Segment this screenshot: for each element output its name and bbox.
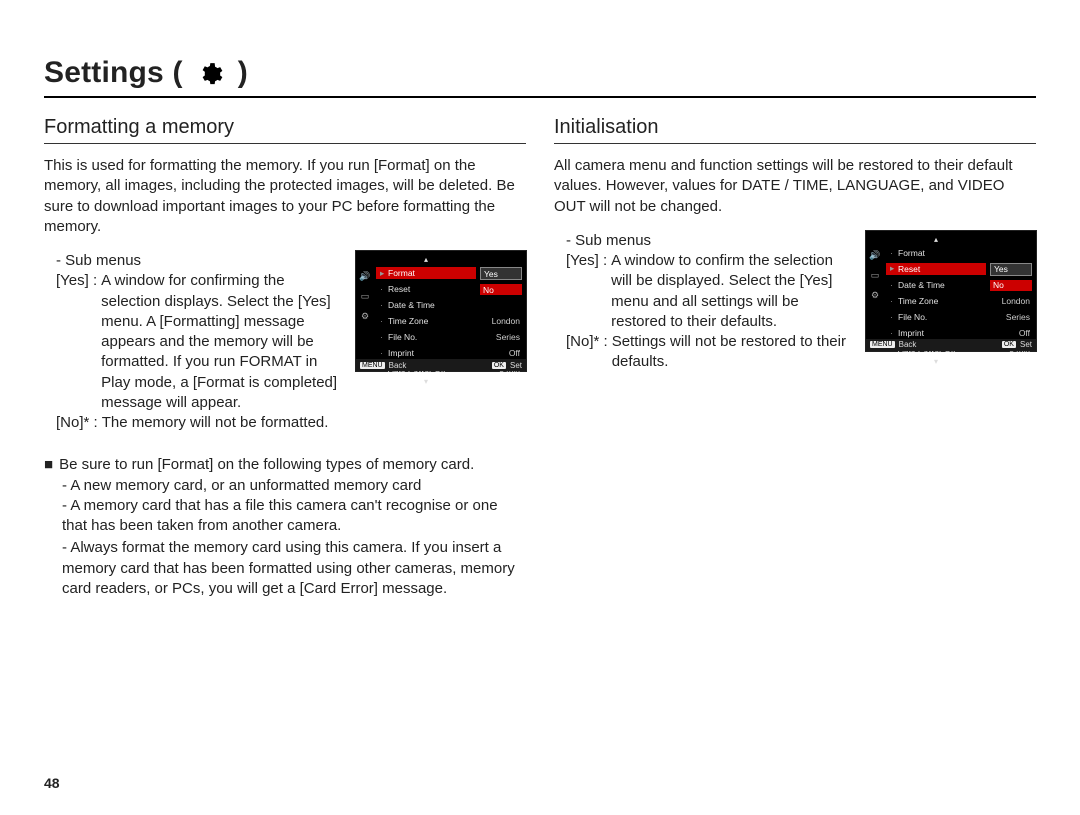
- formatting-no-body: The memory will not be formatted.: [102, 413, 329, 433]
- formatting-intro: This is used for formatting the memory. …: [44, 156, 526, 237]
- osd-item-fileno: ·File No.: [886, 311, 986, 323]
- formatting-no-key: [No]* :: [56, 413, 98, 433]
- gear-icon: [197, 61, 223, 87]
- osd-item-imprint: ·Imprint: [376, 347, 476, 359]
- osd-footer-back: Back: [389, 361, 407, 370]
- init-no-key: [No]* :: [566, 332, 608, 373]
- arrow-up-icon: ▴: [376, 257, 476, 263]
- arrow-down-icon: ▾: [376, 379, 476, 385]
- init-sub-wrap: - Sub menus [Yes] : A window to confirm …: [554, 231, 1036, 373]
- osd-item-timezone: ·Time Zone: [886, 295, 986, 307]
- formatting-heading: Formatting a memory: [44, 116, 526, 144]
- manual-page: Settings ( ) Formatting a memory This is…: [0, 0, 1080, 815]
- arrow-up-icon: ▴: [886, 237, 986, 243]
- display-icon: ▭: [870, 271, 880, 281]
- osd-val: Series: [480, 331, 522, 343]
- osd-item-datetime: ·Date & Time: [886, 279, 986, 291]
- osd-val-yes: Yes: [990, 263, 1032, 276]
- menu-key-icon: MENU: [360, 362, 385, 369]
- osd-val-yes: Yes: [480, 267, 522, 280]
- init-yes-key: [Yes] :: [566, 251, 607, 332]
- formatting-yes-key: [Yes] :: [56, 271, 97, 413]
- osd-item-datetime: ·Date & Time: [376, 299, 476, 311]
- formatting-bullet-head-text: Be sure to run [Format] on the following…: [59, 455, 474, 475]
- init-intro: All camera menu and function settings wi…: [554, 156, 1036, 217]
- osd-val: Off: [480, 347, 522, 359]
- osd-footer-set: Set: [510, 361, 522, 370]
- formatting-no-row: [No]* : The memory will not be formatted…: [44, 413, 342, 433]
- formatting-bullets: ■ Be sure to run [Format] on the followi…: [44, 455, 526, 599]
- init-yes-row: [Yes] : A window to confirm the selectio…: [554, 251, 852, 332]
- formatting-b3: - Always format the memory card using th…: [62, 538, 526, 599]
- formatting-sub-text: - Sub menus [Yes] : A window for confirm…: [44, 251, 342, 433]
- init-sub-label: - Sub menus: [554, 231, 852, 251]
- square-bullet-icon: ■: [44, 455, 53, 475]
- formatting-yes-row: [Yes] : A window for confirming the sele…: [44, 271, 342, 413]
- osd-item-format: ▸Format: [376, 267, 476, 279]
- osd-item-fileno: ·File No.: [376, 331, 476, 343]
- osd-item-imprint: ·Imprint: [886, 327, 986, 339]
- osd-val-no: No: [480, 284, 522, 295]
- osd-footer-back: Back: [899, 340, 917, 349]
- title-paren-open: (: [173, 56, 183, 89]
- init-sub-text: - Sub menus [Yes] : A window to confirm …: [554, 231, 852, 373]
- formatting-b2: - A memory card that has a file this cam…: [62, 496, 526, 537]
- osd-side-icons: 🔊 ▭ ⚙: [360, 271, 370, 321]
- osd-format-values: Yes No London Series Off 3 min: [480, 257, 522, 375]
- sound-icon: 🔊: [360, 271, 370, 281]
- formatting-b1: - A new memory card, or an unformatted m…: [62, 476, 526, 496]
- formatting-sub-wrap: - Sub menus [Yes] : A window for confirm…: [44, 251, 526, 433]
- formatting-bullet-items: - A new memory card, or an unformatted m…: [44, 476, 526, 600]
- left-column: Formatting a memory This is used for for…: [44, 116, 526, 599]
- osd-footer-set: Set: [1020, 340, 1032, 349]
- init-no-body: Settings will not be restored to their d…: [612, 332, 852, 373]
- osd-val: London: [480, 315, 522, 327]
- title-label: Settings: [44, 56, 164, 89]
- osd-format-footer: MENU Back OK Set: [356, 359, 526, 371]
- display-icon: ▭: [360, 291, 370, 301]
- gear-icon: ⚙: [870, 291, 880, 301]
- formatting-bullet-head: ■ Be sure to run [Format] on the followi…: [44, 455, 526, 475]
- osd-item-format: ·Format: [886, 247, 986, 259]
- right-column: Initialisation All camera menu and funct…: [554, 116, 1036, 599]
- osd-item-timezone: ·Time Zone: [376, 315, 476, 327]
- formatting-sub-label: - Sub menus: [44, 251, 342, 271]
- osd-reset-values: Yes No London Series Off 3 min: [990, 237, 1032, 355]
- osd-item-reset: ▸Reset: [886, 263, 986, 275]
- osd-item-reset: ·Reset: [376, 283, 476, 295]
- page-number: 48: [44, 775, 60, 791]
- osd-val-no: No: [990, 280, 1032, 291]
- osd-reset-screenshot: 🔊 ▭ ⚙ ▴ ·Format ▸Reset ·Date & Time ·Tim…: [866, 231, 1036, 351]
- init-heading: Initialisation: [554, 116, 1036, 144]
- init-yes-body: A window to confirm the selection will b…: [611, 251, 852, 332]
- osd-reset-footer: MENU Back OK Set: [866, 339, 1036, 351]
- osd-val: London: [990, 295, 1032, 307]
- osd-val: Off: [990, 327, 1032, 339]
- sound-icon: 🔊: [870, 251, 880, 261]
- page-title-row: Settings ( ): [44, 56, 1036, 98]
- init-no-row: [No]* : Settings will not be restored to…: [554, 332, 852, 373]
- osd-val: Series: [990, 311, 1032, 323]
- page-title: Settings ( ): [44, 56, 248, 90]
- title-paren-close: ): [238, 56, 248, 89]
- osd-format-screenshot: 🔊 ▭ ⚙ ▴ ▸Format ·Reset ·Date & Time ·Tim…: [356, 251, 526, 371]
- ok-key-icon: OK: [1002, 341, 1016, 348]
- arrow-down-icon: ▾: [886, 359, 986, 365]
- formatting-yes-body: A window for confirming the selection di…: [101, 271, 342, 413]
- menu-key-icon: MENU: [870, 341, 895, 348]
- osd-val: [480, 299, 522, 311]
- ok-key-icon: OK: [492, 362, 506, 369]
- gear-icon: ⚙: [360, 311, 370, 321]
- osd-side-icons: 🔊 ▭ ⚙: [870, 251, 880, 301]
- content-columns: Formatting a memory This is used for for…: [44, 116, 1036, 599]
